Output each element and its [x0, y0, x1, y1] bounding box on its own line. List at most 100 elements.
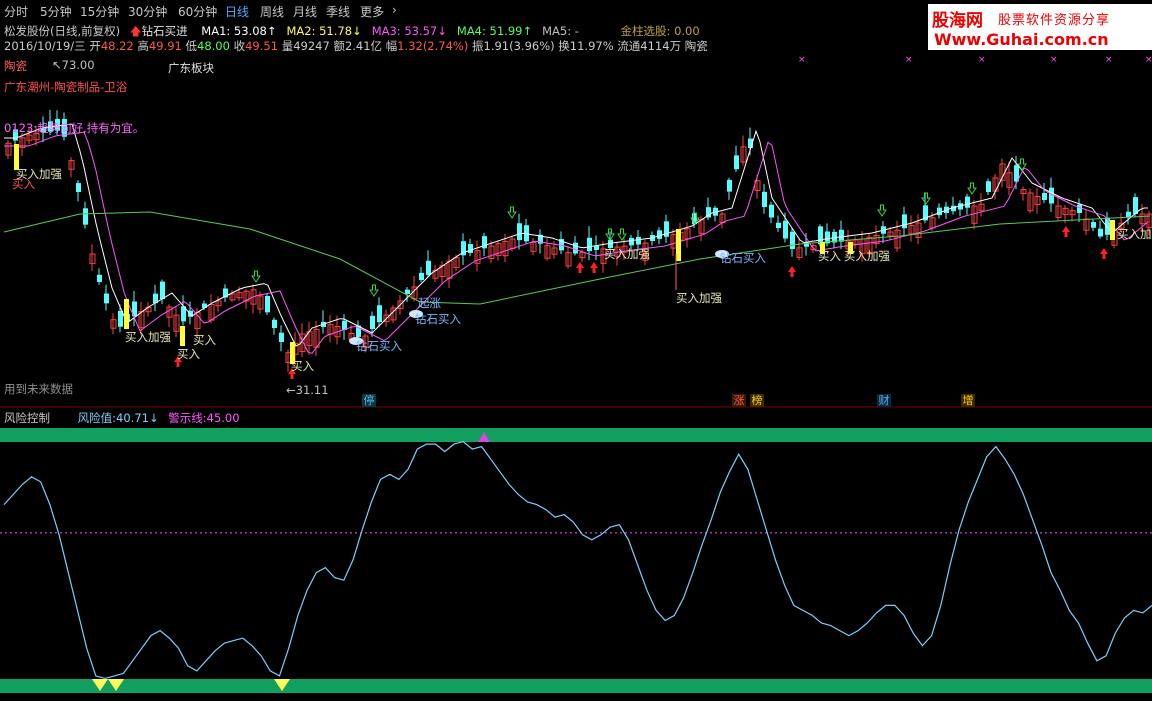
sell-arrow-icon: [369, 284, 379, 297]
risk-value: 40.71: [116, 411, 149, 425]
buy-signal: 买入: [177, 347, 200, 361]
logo-url: Www.Guhai.com.cn: [934, 30, 1109, 49]
tab-8[interactable]: 季线: [326, 3, 350, 20]
high-price: 73.00: [61, 58, 95, 72]
close-label: 收: [233, 39, 246, 53]
add-buy-signal: 买入加强: [604, 247, 650, 261]
candle-down: [769, 204, 774, 218]
diamond-buy-signal: 钻石买入: [720, 251, 766, 265]
high-value: 49.91: [148, 39, 182, 53]
high-label: 高: [137, 39, 149, 53]
kline-chart[interactable]: × × × × × ×: [0, 54, 1152, 408]
candle-down: [727, 179, 732, 192]
candle-down: [587, 237, 592, 252]
industry-label: 陶瓷: [4, 59, 27, 73]
candle-down: [468, 244, 473, 253]
signal-bar: [676, 229, 681, 261]
low-risk-band: [0, 679, 1152, 693]
ma-4: MA4: 51.99↑: [456, 24, 533, 38]
logo-name: 股海网: [932, 11, 983, 31]
candle-down: [118, 311, 123, 327]
buy-signal: 买入: [818, 249, 841, 263]
tab-6[interactable]: 周线: [260, 3, 284, 20]
price-high-mark: ↖73.00: [52, 58, 95, 72]
golden-pick: 金柱选股: 0.00: [620, 24, 700, 38]
ma-3: MA3: 53.57↓: [371, 24, 447, 38]
candle-down: [902, 214, 907, 229]
trend-comment: 0123:趋势向好,持有为宜。: [4, 121, 145, 135]
tab-0[interactable]: 分时: [4, 3, 28, 20]
candle-down: [594, 245, 599, 250]
turnover: 换11.97%: [558, 39, 614, 53]
quote-date: 2016/10/19/三: [4, 39, 86, 53]
open-value: 48.22: [100, 39, 134, 53]
stock-title: 松发股份(日线,前复权): [4, 24, 121, 38]
tag-limit-up[interactable]: 涨: [732, 394, 746, 407]
buy-arrow-icon: [1100, 248, 1108, 259]
candle-down: [573, 242, 578, 254]
low-price: 31.11: [295, 383, 329, 397]
volume: 量49247: [281, 39, 330, 53]
candle-down: [1091, 222, 1096, 228]
candle-down: [636, 236, 641, 245]
top-marker: ×: [798, 55, 806, 65]
add-buy-signal: 买入加强: [16, 167, 62, 181]
candle-down: [160, 281, 165, 299]
high-risk-band: [0, 428, 1152, 442]
low-label: 低: [185, 39, 198, 53]
add-buy-signal: 买入加强: [1117, 227, 1152, 241]
candle-down: [790, 231, 795, 249]
signal-bar: [1110, 220, 1115, 240]
tag-finance[interactable]: 财: [877, 394, 891, 407]
add-buy-signal: 买入加强: [676, 291, 722, 305]
candle-down: [405, 289, 410, 294]
candle-down: [76, 183, 81, 192]
top-marker: ×: [1145, 55, 1152, 65]
risk-header: 风险控制 风险值:40.71↓ 警示线:45.00: [4, 410, 240, 426]
tab-7[interactable]: 月线: [293, 3, 317, 20]
candle-down: [1105, 217, 1110, 235]
tab-9[interactable]: 更多: [360, 3, 384, 20]
tab-10[interactable]: ›: [392, 3, 397, 17]
tag-rank[interactable]: 榜: [750, 394, 764, 407]
candle-down: [986, 181, 991, 192]
sell-arrow-icon: [967, 182, 977, 195]
amount: 额2.41亿: [333, 39, 383, 53]
diamond-buy-signal: 钻石买入: [356, 339, 402, 353]
close-value: 49.51: [245, 39, 279, 53]
amplitude: 振1.91(3.96%): [472, 39, 555, 53]
add-buy-signal: 买入加强: [844, 249, 890, 263]
board-label: 广东板块: [168, 61, 214, 75]
buy-arrow-icon: [590, 262, 598, 273]
add-buy-signal: 买入加强: [125, 330, 171, 344]
candle-down: [265, 295, 270, 313]
candle-down: [517, 223, 522, 241]
logo-slogan: 股票软件资源分享: [998, 13, 1111, 28]
float-shares: 流通4114万: [617, 39, 682, 53]
warn-value: 45.00: [206, 411, 240, 425]
candle-down: [104, 293, 109, 304]
site-logo: 股海网 股票软件资源分享 Www.Guhai.com.cn: [928, 4, 1152, 50]
tag-increase[interactable]: 增: [961, 394, 975, 407]
candle-down: [272, 319, 277, 328]
candle-down: [776, 222, 781, 228]
open-label: 开: [89, 39, 101, 53]
tab-4[interactable]: 60分钟: [178, 3, 217, 20]
tab-1[interactable]: 5分钟: [40, 3, 72, 20]
ma-2: MA2: 51.78↓: [286, 24, 362, 38]
risk-line: [3, 440, 1152, 680]
candle-down: [370, 315, 375, 329]
tab-3[interactable]: 30分钟: [128, 3, 167, 20]
risk-chart[interactable]: [0, 408, 1152, 701]
candle-down: [839, 229, 844, 242]
tab-5[interactable]: 日线: [225, 3, 249, 20]
quote-row: 2016/10/19/三 开48.22 高49.91 低48.00 收49.51…: [4, 38, 708, 54]
candle-down: [1098, 228, 1103, 237]
signal-bar: [180, 326, 185, 346]
top-marker: ×: [978, 55, 986, 65]
tab-2[interactable]: 15分钟: [80, 3, 119, 20]
ma-1: MA1: 53.08↑: [201, 24, 277, 38]
signal-name: 钻石买进: [141, 24, 188, 38]
top-marker: ×: [905, 55, 913, 65]
tag-halt[interactable]: 停: [362, 394, 376, 407]
